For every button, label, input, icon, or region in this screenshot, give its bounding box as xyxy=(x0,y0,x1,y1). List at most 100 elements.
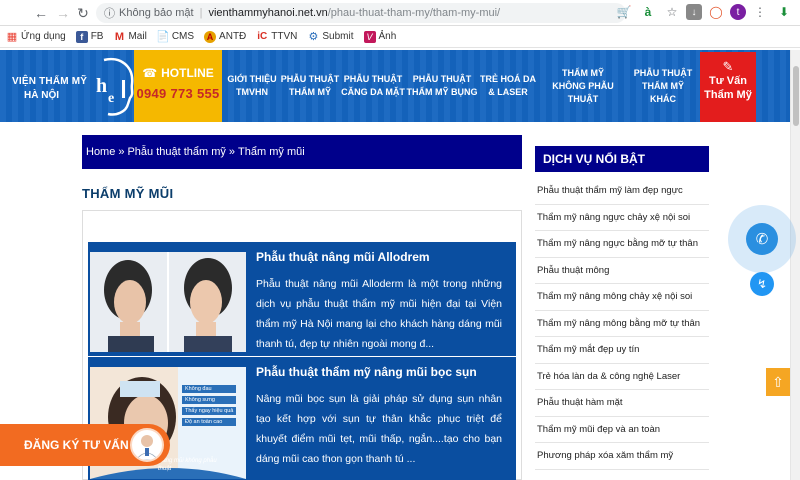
consult-line-2: Thẩm Mỹ xyxy=(704,89,752,101)
url-separator: | xyxy=(199,7,203,19)
before-after-photo xyxy=(90,252,246,352)
breadcrumb: Home » Phẫu thuật thẩm mỹ » Thẩm mỹ mũi xyxy=(82,135,522,169)
menu-item-cang-da-mat[interactable]: PHẪU THUẬT CĂNG DA MẶT xyxy=(340,50,406,122)
phone-icon: ☎ xyxy=(142,66,158,80)
site-logo[interactable]: VIỆN THẨM MỸ HÀ NỘI h e xyxy=(12,56,134,116)
sidebar-item[interactable]: Phẫu thuật mông xyxy=(535,258,709,284)
pencil-icon: ✎ xyxy=(722,59,734,74)
article-excerpt: Nâng mũi bọc sụn là giải pháp sử dụng sụ… xyxy=(256,393,502,465)
menu-line-1: PHẪU THUẬT xyxy=(633,67,693,78)
ring-extension-icon[interactable]: ◯ xyxy=(706,2,726,22)
cart-extension-icon[interactable]: 🛒 xyxy=(614,2,634,22)
bookmark-ttvn[interactable]: iC TTVN xyxy=(256,31,297,43)
bookmarks-bar: ▦ Ứng dụng f FB M Mail 📄 CMS A ANTĐ iC TTVN ⚙ S… xyxy=(0,26,800,48)
doctor-avatar xyxy=(130,428,164,462)
bookmark-cms[interactable]: 📄 CMS xyxy=(155,31,194,43)
register-consult-button[interactable]: ĐĂNG KÝ TƯ VẤN xyxy=(0,424,170,466)
article-card[interactable]: Phẫu thuật nâng mũi Allodrem Phẫu thuật … xyxy=(88,242,516,356)
page-scrollbar[interactable] xyxy=(790,50,800,480)
bookmark-fb[interactable]: f FB xyxy=(75,30,104,43)
menu-item-tham-my-bung[interactable]: PHẪU THUẬT THẨM MỸ BỤNG xyxy=(406,50,478,122)
menu-line-1: PHẪU THUẬT xyxy=(412,74,472,84)
menu-line-2: TMVHN xyxy=(236,87,268,97)
menu-item-phau-thuat-tham-my[interactable]: PHẪU THUẬT THẨM MỸ xyxy=(280,50,340,122)
breadcrumb-home[interactable]: Home xyxy=(86,146,115,158)
sidebar-item[interactable]: Thẩm mỹ nâng ngực bằng mỡ tự thân xyxy=(535,231,709,258)
menu-item-tham-my-khac[interactable]: PHẪU THUẬT THẨM MỸ KHÁC xyxy=(628,50,698,122)
article-title[interactable]: Phẫu thuật nâng mũi Allodrem xyxy=(256,250,430,264)
antd-icon: A xyxy=(204,30,217,43)
menu-line-2: THẨM MỸ xyxy=(289,87,331,97)
svg-text:h: h xyxy=(96,75,107,97)
sidebar-item[interactable]: Thẩm mỹ nâng mông bằng mỡ tự thân xyxy=(535,311,709,337)
browser-toolbar: ← → ↻ ⓘ Không bảo mật | vienthammyhanoi.… xyxy=(0,0,800,26)
menu-dots-icon[interactable]: ⋮ xyxy=(750,2,770,22)
download-extension-icon[interactable]: ↓ xyxy=(686,4,702,20)
url-path: /phau-thuat-tham-my/tham-my-mui/ xyxy=(327,7,501,19)
menu-line-1: THẨM MỸ xyxy=(562,67,604,78)
messenger-icon: ↯ xyxy=(756,277,768,291)
bookmark-label: FB xyxy=(90,31,104,42)
download-arrow-icon[interactable]: ⬇ xyxy=(774,2,794,22)
sidebar-item[interactable]: Phương pháp xóa xăm thẩm mỹ xyxy=(535,443,709,470)
phone-icon: ✆ xyxy=(755,231,769,248)
bookmark-mail[interactable]: M Mail xyxy=(113,30,147,43)
forward-icon[interactable]: → xyxy=(52,2,74,24)
article-title[interactable]: Phẫu thuật thẩm mỹ nâng mũi bọc sụn xyxy=(256,365,477,379)
messenger-button[interactable]: ↯ xyxy=(750,272,774,296)
scrollbar-thumb[interactable] xyxy=(793,66,799,126)
document-icon: 📄 xyxy=(155,31,170,43)
bookmark-anh[interactable]: V Ảnh xyxy=(363,30,397,43)
breadcrumb-level-1[interactable]: Phẫu thuật thẩm mỹ xyxy=(127,146,225,158)
sidebar-item[interactable]: Trẻ hóa làn da & công nghệ Laser xyxy=(535,364,709,390)
menu-item-khong-phau-thuat[interactable]: THẨM MỸ KHÔNG PHẪU THUẬT xyxy=(538,50,628,122)
submit-icon: ⚙ xyxy=(308,31,319,43)
sidebar-title: DỊCH VỤ NỔI BẬT xyxy=(535,146,709,172)
svg-text:e: e xyxy=(108,91,114,106)
breadcrumb-level-2: Thẩm mỹ mũi xyxy=(238,146,305,158)
profile-avatar-icon[interactable]: t xyxy=(730,4,746,20)
sidebar-item[interactable]: Thẩm mỹ nâng ngực chảy xệ nội soi xyxy=(535,205,709,231)
article-thumbnail[interactable] xyxy=(90,252,246,352)
hotline-box[interactable]: ☎ HOTLINE 0949 773 555 xyxy=(134,50,222,122)
bookmark-submit[interactable]: ⚙ Submit xyxy=(307,31,353,43)
sidebar-item[interactable]: Thẩm mỹ mũi đẹp và an toàn xyxy=(535,417,709,443)
article-excerpt: Phẫu thuật nâng mũi Alloderm là một tron… xyxy=(256,278,502,350)
menu-line-2: THẨM MỸ KHÁC xyxy=(642,80,684,104)
back-to-top-button[interactable]: ⇧ xyxy=(766,368,790,396)
translate-extension-icon[interactable]: à xyxy=(638,2,658,22)
security-label: Không bảo mật xyxy=(119,7,194,19)
arrow-up-icon: ⇧ xyxy=(772,373,784,390)
apps-icon: ▦ xyxy=(6,31,18,43)
menu-line-2: CĂNG DA MẶT xyxy=(341,87,405,97)
bookmark-label: ANTĐ xyxy=(219,31,247,42)
bookmark-star-icon[interactable]: ☆ xyxy=(662,2,682,22)
menu-item-gioi-thieu[interactable]: GIỚI THIỆU TMVHN xyxy=(224,50,280,122)
sidebar-services: Phẫu thuật thẩm mỹ làm đẹp ngực Thẩm mỹ … xyxy=(535,178,709,470)
menu-item-tre-hoa-da[interactable]: TRẺ HOÁ DA & LASER xyxy=(478,50,538,122)
extensions-area: 🛒 à ☆ ↓ ◯ t ⋮ ⬇ xyxy=(614,2,800,22)
bookmark-antd[interactable]: A ANTĐ xyxy=(204,30,247,43)
ttvn-icon: iC xyxy=(257,31,268,42)
info-icon[interactable]: ⓘ xyxy=(104,5,115,21)
menu-line-2: KHÔNG PHẪU THUẬT xyxy=(552,80,614,104)
reload-icon[interactable]: ↻ xyxy=(72,2,94,24)
sidebar-item[interactable]: Phẫu thuật thẩm mỹ làm đẹp ngực xyxy=(535,178,709,205)
page-title: THẨM MỸ MŨI xyxy=(82,186,174,201)
consult-line-1: Tư Vấn xyxy=(709,75,747,87)
address-bar[interactable]: ⓘ Không bảo mật | vienthammyhanoi.net.vn… xyxy=(96,3,626,23)
call-button[interactable]: ✆ xyxy=(746,223,778,255)
sidebar-item[interactable]: Thẩm mỹ nâng mông chảy xệ nội soi xyxy=(535,284,709,311)
photo-icon: V xyxy=(363,30,376,43)
bookmark-apps[interactable]: ▦ Ứng dụng xyxy=(6,31,66,43)
bookmark-label: Ứng dụng xyxy=(21,31,66,42)
bookmark-label: Ảnh xyxy=(378,31,397,42)
sidebar-item[interactable]: Phẫu thuật hàm mặt xyxy=(535,390,709,417)
menu-line-1: TRẺ HOÁ DA xyxy=(480,74,536,84)
sidebar-item[interactable]: Thẩm mỹ mắt đẹp uy tín xyxy=(535,337,709,364)
back-icon[interactable]: ← xyxy=(30,2,52,24)
menu-line-1: PHẪU THUẬT xyxy=(280,74,340,84)
consult-button[interactable]: ✎ Tư Vấn Thẩm Mỹ xyxy=(700,52,756,122)
gmail-icon: M xyxy=(114,30,125,43)
url-host: vienthammyhanoi.net.vn xyxy=(208,7,328,19)
